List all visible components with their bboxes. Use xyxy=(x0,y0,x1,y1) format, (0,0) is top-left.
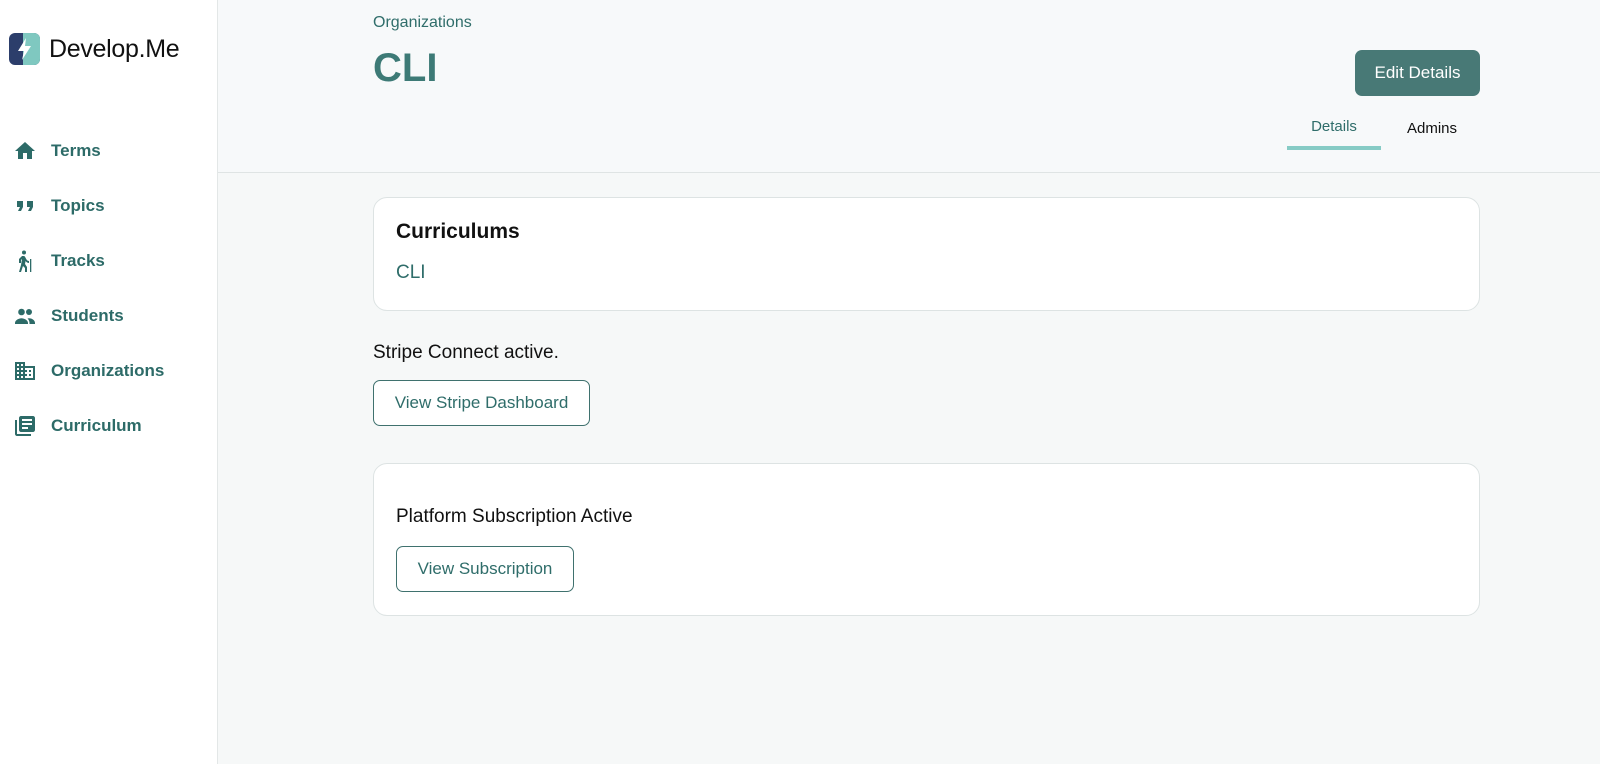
subscription-card: Platform Subscription Active View Subscr… xyxy=(373,463,1480,616)
brand-name: Develop.Me xyxy=(49,34,180,63)
main-content: Organizations CLI Edit Details Details A… xyxy=(218,0,1600,764)
breadcrumb-organizations[interactable]: Organizations xyxy=(373,14,472,32)
subscription-status-text: Platform Subscription Active xyxy=(396,506,633,527)
sidebar-item-label: Students xyxy=(51,305,124,325)
home-icon xyxy=(12,138,38,164)
sidebar-item-topics[interactable]: Topics xyxy=(0,178,217,233)
tab-details[interactable]: Details xyxy=(1287,106,1381,150)
tab-bar: Details Admins xyxy=(1287,106,1483,150)
building-icon xyxy=(12,358,38,384)
sidebar-item-terms[interactable]: Terms xyxy=(0,123,217,178)
sidebar-item-tracks[interactable]: Tracks xyxy=(0,233,217,288)
view-subscription-button[interactable]: View Subscription xyxy=(396,546,574,592)
page-header: Organizations CLI Edit Details Details A… xyxy=(218,0,1600,173)
sidebar-item-organizations[interactable]: Organizations xyxy=(0,343,217,398)
curriculums-card: Curriculums CLI xyxy=(373,197,1480,311)
curriculum-link[interactable]: CLI xyxy=(396,262,426,284)
sidebar-item-label: Curriculum xyxy=(51,415,142,435)
tab-admins[interactable]: Admins xyxy=(1381,106,1483,150)
hiker-icon xyxy=(12,248,38,274)
curriculums-title: Curriculums xyxy=(396,220,520,243)
sidebar-nav: Terms Topics Tracks Students Organizatio… xyxy=(0,123,217,453)
sidebar-item-label: Tracks xyxy=(51,250,105,270)
view-stripe-dashboard-button[interactable]: View Stripe Dashboard xyxy=(373,380,590,426)
brand[interactable]: Develop.Me xyxy=(9,33,180,65)
app-root: Develop.Me Terms Topics Tracks Students … xyxy=(0,0,1600,764)
edit-details-button[interactable]: Edit Details xyxy=(1355,50,1480,96)
sidebar-item-label: Organizations xyxy=(51,360,165,380)
people-icon xyxy=(12,303,38,329)
develop-me-logo-icon xyxy=(9,33,40,65)
page-title: CLI xyxy=(373,46,438,90)
library-icon xyxy=(12,413,38,439)
sidebar-item-label: Terms xyxy=(51,140,101,160)
quote-icon xyxy=(12,193,38,219)
sidebar-item-students[interactable]: Students xyxy=(0,288,217,343)
sidebar: Develop.Me Terms Topics Tracks Students … xyxy=(0,0,218,764)
sidebar-item-curriculum[interactable]: Curriculum xyxy=(0,398,217,453)
stripe-status-text: Stripe Connect active. xyxy=(373,342,559,363)
sidebar-item-label: Topics xyxy=(51,195,105,215)
